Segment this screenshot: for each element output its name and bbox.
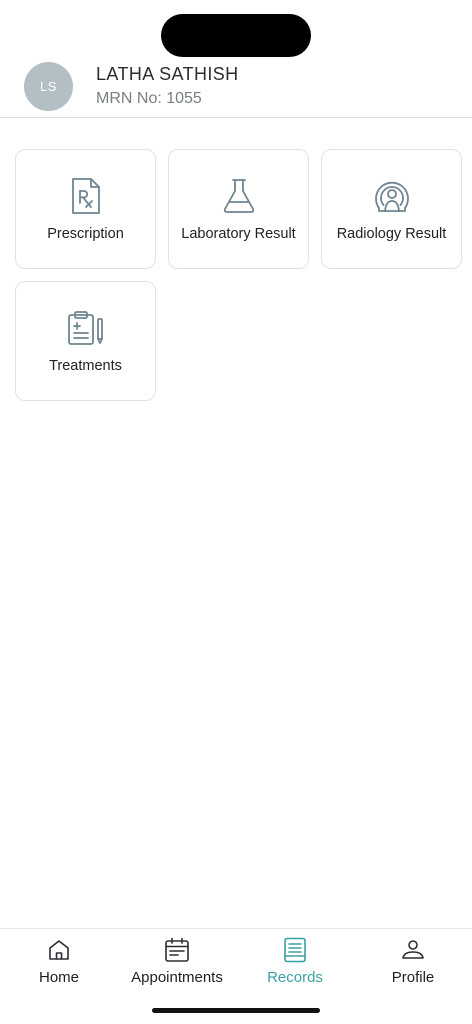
tab-profile-label: Profile — [391, 969, 435, 986]
tab-appointments-label: Appointments — [131, 969, 223, 986]
home-icon — [45, 936, 73, 964]
tab-home-label: Home — [38, 969, 79, 986]
prescription-icon — [66, 176, 106, 216]
patient-name: LATHA SATHISH — [96, 64, 239, 84]
flask-icon — [219, 176, 259, 216]
treatments-tile[interactable]: Treatments — [15, 281, 156, 401]
tab-appointments[interactable]: Appointments — [118, 929, 236, 999]
tab-home[interactable]: Home — [0, 929, 118, 999]
document-icon — [281, 936, 309, 964]
laboratory-result-tile[interactable]: Laboratory Result — [168, 149, 309, 269]
clipboard-pencil-icon — [66, 308, 106, 348]
tab-profile[interactable]: Profile — [354, 929, 472, 999]
radiology-result-label: Radiology Result — [336, 226, 447, 242]
patient-mrn: MRN No: 1055 — [96, 90, 202, 107]
radiology-result-tile[interactable]: Radiology Result — [321, 149, 462, 269]
tab-records[interactable]: Records — [236, 929, 354, 999]
prescription-label: Prescription — [47, 226, 124, 242]
device-notch — [161, 14, 311, 57]
laboratory-result-label: Laboratory Result — [181, 226, 296, 242]
person-icon — [399, 936, 427, 964]
prescription-tile[interactable]: Prescription — [15, 149, 156, 269]
home-indicator — [152, 1008, 320, 1013]
radiology-scanner-icon — [372, 176, 412, 216]
avatar[interactable]: LS — [24, 62, 73, 111]
treatments-label: Treatments — [49, 358, 122, 374]
tab-records-label: Records — [267, 969, 323, 986]
calendar-icon — [163, 936, 191, 964]
patient-header: LS LATHA SATHISH MRN No: 1055 — [0, 60, 472, 118]
